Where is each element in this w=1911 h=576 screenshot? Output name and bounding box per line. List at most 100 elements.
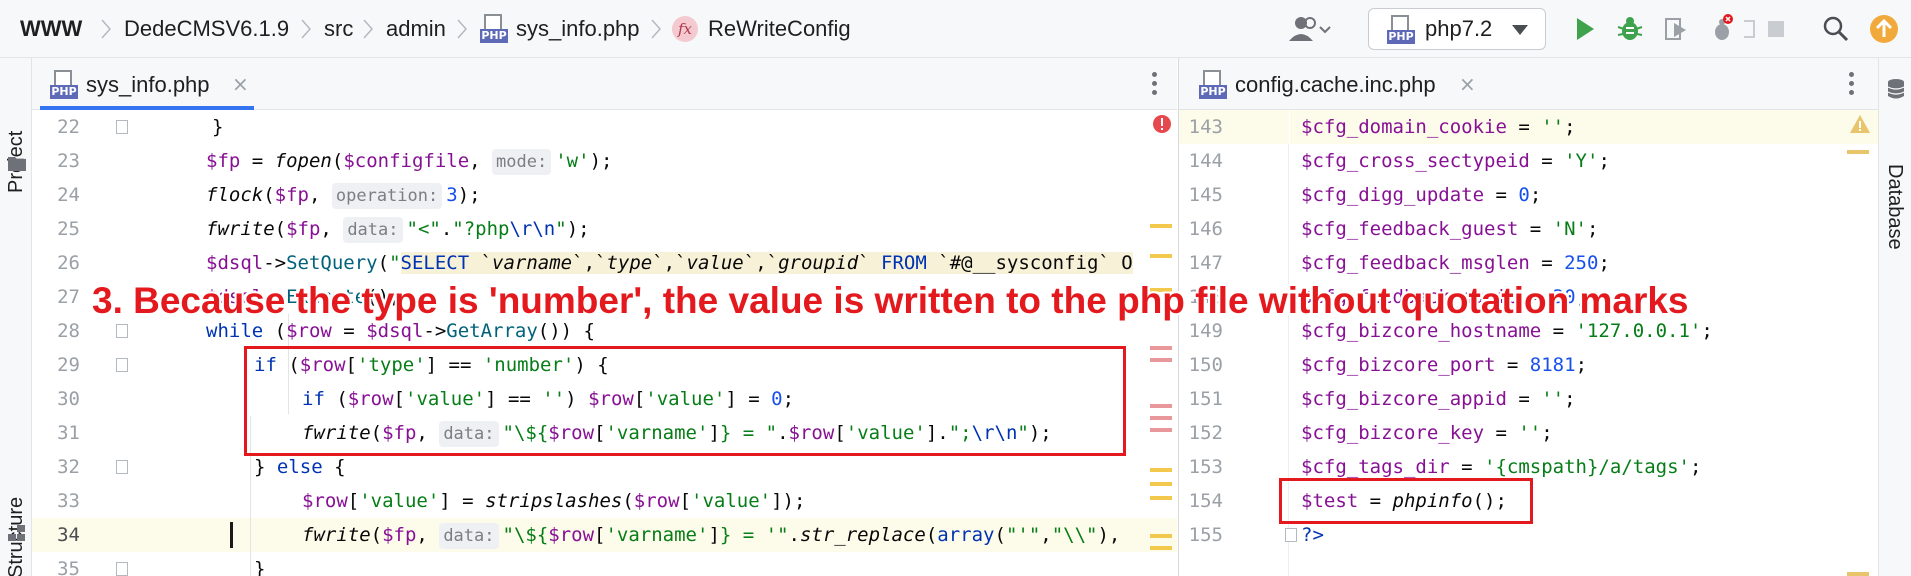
tab-sys-info[interactable]: PHP sys_info.php × (40, 58, 254, 110)
fold-marker-icon[interactable] (1285, 528, 1297, 542)
php-file-icon: PHP (50, 70, 80, 100)
structure-icon[interactable] (7, 524, 27, 542)
line-number: 29 (57, 354, 80, 376)
breadcrumb-separator-icon (301, 19, 312, 39)
fold-marker-icon[interactable] (116, 460, 128, 474)
more-options-icon[interactable] (1849, 72, 1855, 98)
code-line: $cfg_feedback_guest = 'N'; (1301, 218, 1599, 240)
scroll-marker (1150, 468, 1172, 472)
highlight-number-branch (244, 346, 1126, 456)
breadcrumb-file[interactable]: sys_info.php (516, 13, 640, 45)
line-number: 26 (57, 252, 80, 274)
scroll-marker (1150, 496, 1172, 500)
line-number-gutter: 22 23 24 25 26 27 28 29 30 31 32 33 34 3… (32, 110, 190, 576)
search-icon[interactable] (1820, 13, 1852, 45)
breadcrumb-project[interactable]: DedeCMSV6.1.9 (124, 13, 289, 45)
line-number: 35 (57, 558, 80, 576)
more-options-icon[interactable] (1152, 72, 1158, 98)
line-number: 155 (1188, 524, 1223, 546)
scroll-marker (1150, 482, 1172, 486)
scroll-marker (1847, 150, 1869, 154)
code-line: $fp = fopen($configfile, mode:'w'); (206, 144, 612, 178)
line-number: 22 (57, 116, 80, 138)
breadcrumb-function[interactable]: ReWriteConfig (708, 13, 851, 45)
code-line: $row['value'] = stripslashes($row['value… (302, 490, 806, 512)
line-number: 31 (57, 422, 80, 444)
line-number: 147 (1188, 252, 1223, 274)
code-line: $cfg_bizcore_key = ''; (1301, 422, 1553, 444)
debug-icon[interactable] (1614, 13, 1646, 45)
line-number: 150 (1188, 354, 1223, 376)
line-number: 143 (1188, 116, 1223, 138)
run-icon[interactable] (1568, 13, 1600, 45)
line-number: 30 (57, 388, 80, 410)
line-number: 153 (1188, 456, 1223, 478)
left-tool-window-bar: Project Structure (0, 58, 32, 576)
close-icon[interactable]: × (232, 73, 249, 95)
code-line: $cfg_feedback_msglen = 250; (1301, 252, 1610, 274)
fold-marker-icon[interactable] (116, 562, 128, 576)
scrollbar[interactable] (1150, 138, 1174, 576)
coverage-icon[interactable] (1660, 13, 1692, 45)
code-line: fwrite($fp, data: "\${$row['varname']} = … (302, 518, 1120, 552)
right-tool-window-bar: Database (1878, 58, 1911, 576)
code-line: $cfg_bizcore_port = 8181; (1301, 354, 1588, 376)
scroll-marker (1150, 534, 1172, 538)
breadcrumb-admin[interactable]: admin (386, 13, 446, 45)
database-tool-window-label[interactable]: Database (1883, 164, 1907, 250)
line-number: 25 (57, 218, 80, 240)
warning-icon[interactable] (1849, 114, 1871, 134)
profile-icon[interactable] (1706, 13, 1738, 45)
fold-marker-icon[interactable] (116, 120, 128, 134)
line-number: 24 (57, 184, 80, 206)
code-line: $cfg_bizcore_appid = ''; (1301, 388, 1576, 410)
line-number: 32 (57, 456, 80, 478)
line-number: 151 (1188, 388, 1223, 410)
editor-tab-bar: PHP config.cache.inc.php × (1179, 58, 1878, 110)
breadcrumb-www[interactable]: WWW (20, 13, 82, 45)
navigation-bar: WWW DedeCMSV6.1.9 src admin PHP sys_info… (0, 0, 1911, 58)
code-line: $dsql->SetQuery("SELECT `varname`,`type`… (206, 252, 1133, 274)
breadcrumb-separator-icon (651, 19, 662, 39)
php-file-icon: PHP (480, 14, 510, 44)
line-number: 23 (57, 150, 80, 172)
scroll-marker (1150, 254, 1172, 258)
breadcrumb-separator-icon (363, 19, 374, 39)
code-line: $cfg_domain_cookie = ''; (1301, 116, 1576, 138)
line-number: 144 (1188, 150, 1223, 172)
code-line: fwrite($fp, data: "<"."?php\r\n"); (206, 212, 590, 246)
folder-icon[interactable] (7, 154, 27, 172)
run-configuration-selector[interactable]: PHP php7.2 (1368, 8, 1546, 50)
stop-icon[interactable] (1760, 13, 1792, 45)
editor-tab-bar: PHP sys_info.php × (32, 58, 1177, 110)
breadcrumb-separator-icon (457, 19, 468, 39)
tab-config-cache[interactable]: PHP config.cache.inc.php × (1189, 58, 1479, 110)
run-configuration-label: php7.2 (1425, 16, 1493, 41)
line-number: 154 (1188, 490, 1223, 512)
php-file-icon: PHP (1387, 15, 1417, 45)
error-icon[interactable] (1152, 114, 1172, 134)
highlight-phpinfo-line (1279, 478, 1533, 524)
build-icon[interactable] (1742, 13, 1758, 45)
user-icon[interactable] (1284, 13, 1332, 45)
line-number: 27 (57, 286, 80, 308)
update-icon[interactable] (1868, 13, 1900, 45)
fold-marker-icon[interactable] (116, 358, 128, 372)
code-line: } (212, 116, 224, 138)
breadcrumb-src[interactable]: src (324, 13, 353, 45)
scroll-marker (1150, 546, 1172, 550)
database-icon[interactable] (1886, 78, 1906, 100)
line-number: 34 (57, 524, 80, 546)
close-icon[interactable]: × (1459, 73, 1476, 95)
scroll-marker (1150, 416, 1172, 420)
scroll-marker (1150, 224, 1172, 228)
chevron-down-icon (1512, 25, 1528, 35)
code-line: flock($fp, operation: 3); (206, 178, 481, 212)
line-number: 152 (1188, 422, 1223, 444)
line-number: 33 (57, 490, 80, 512)
breadcrumb-separator-icon (101, 19, 112, 39)
code-line: $cfg_digg_update = 0; (1301, 184, 1542, 206)
scroll-marker (1150, 428, 1172, 432)
scroll-marker (1150, 346, 1172, 350)
fold-marker-icon[interactable] (116, 324, 128, 338)
